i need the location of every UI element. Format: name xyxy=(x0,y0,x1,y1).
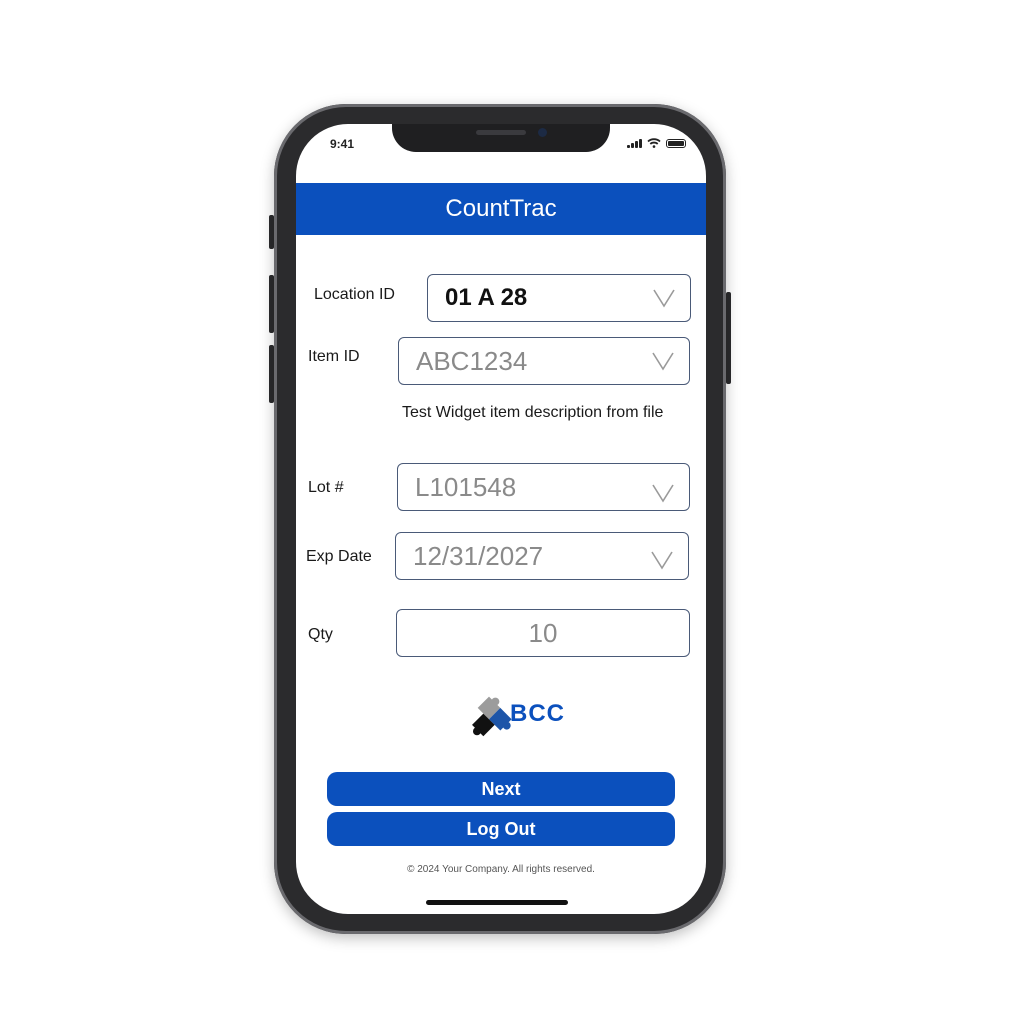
location-id-label: Location ID xyxy=(314,286,395,303)
exp-date-select[interactable]: 12/31/2027 xyxy=(395,532,689,580)
qty-input[interactable]: 10 xyxy=(396,609,690,657)
battery-icon xyxy=(666,139,686,148)
wifi-icon xyxy=(647,138,661,148)
puzzle-pieces-icon xyxy=(472,696,512,737)
power-button xyxy=(726,292,731,384)
lot-number-value: L101548 xyxy=(415,471,517,502)
exp-date-value: 12/31/2027 xyxy=(413,540,544,571)
next-button[interactable]: Next xyxy=(327,772,675,806)
location-id-select[interactable]: 01 A 28 xyxy=(427,274,691,322)
home-indicator xyxy=(426,900,568,905)
chevron-down-icon xyxy=(652,352,674,371)
app-title: CountTrac xyxy=(445,195,557,222)
speaker xyxy=(476,130,526,135)
status-icons xyxy=(627,138,686,148)
lot-number-label: Lot # xyxy=(308,479,344,496)
chevron-down-icon xyxy=(653,289,675,308)
signal-icon xyxy=(627,139,642,148)
exp-date-label: Exp Date xyxy=(306,548,372,565)
qty-label: Qty xyxy=(308,626,333,643)
status-time: 9:41 xyxy=(330,137,355,151)
chevron-down-icon xyxy=(652,484,674,503)
logo-text: BCC xyxy=(510,700,565,727)
item-id-label: Item ID xyxy=(308,348,360,365)
item-id-select[interactable]: ABC1234 xyxy=(398,337,690,385)
copyright-text: © 2024 Your Company. All rights reserved… xyxy=(407,864,595,875)
location-id-value: 01 A 28 xyxy=(445,284,528,311)
phone-screen: 9:41 CountTrac Location ID 01 A 28 Item … xyxy=(296,124,706,914)
front-camera xyxy=(538,128,547,137)
bcc-logo: BCC xyxy=(464,682,564,748)
item-id-value: ABC1234 xyxy=(416,345,528,376)
log-out-button[interactable]: Log Out xyxy=(327,812,675,846)
item-description: Test Widget item description from file xyxy=(402,404,664,421)
notch xyxy=(392,124,610,152)
lot-number-select[interactable]: L101548 xyxy=(397,463,690,511)
app-header: CountTrac xyxy=(296,183,706,235)
qty-value: 10 xyxy=(528,617,558,648)
chevron-down-icon xyxy=(651,551,673,570)
